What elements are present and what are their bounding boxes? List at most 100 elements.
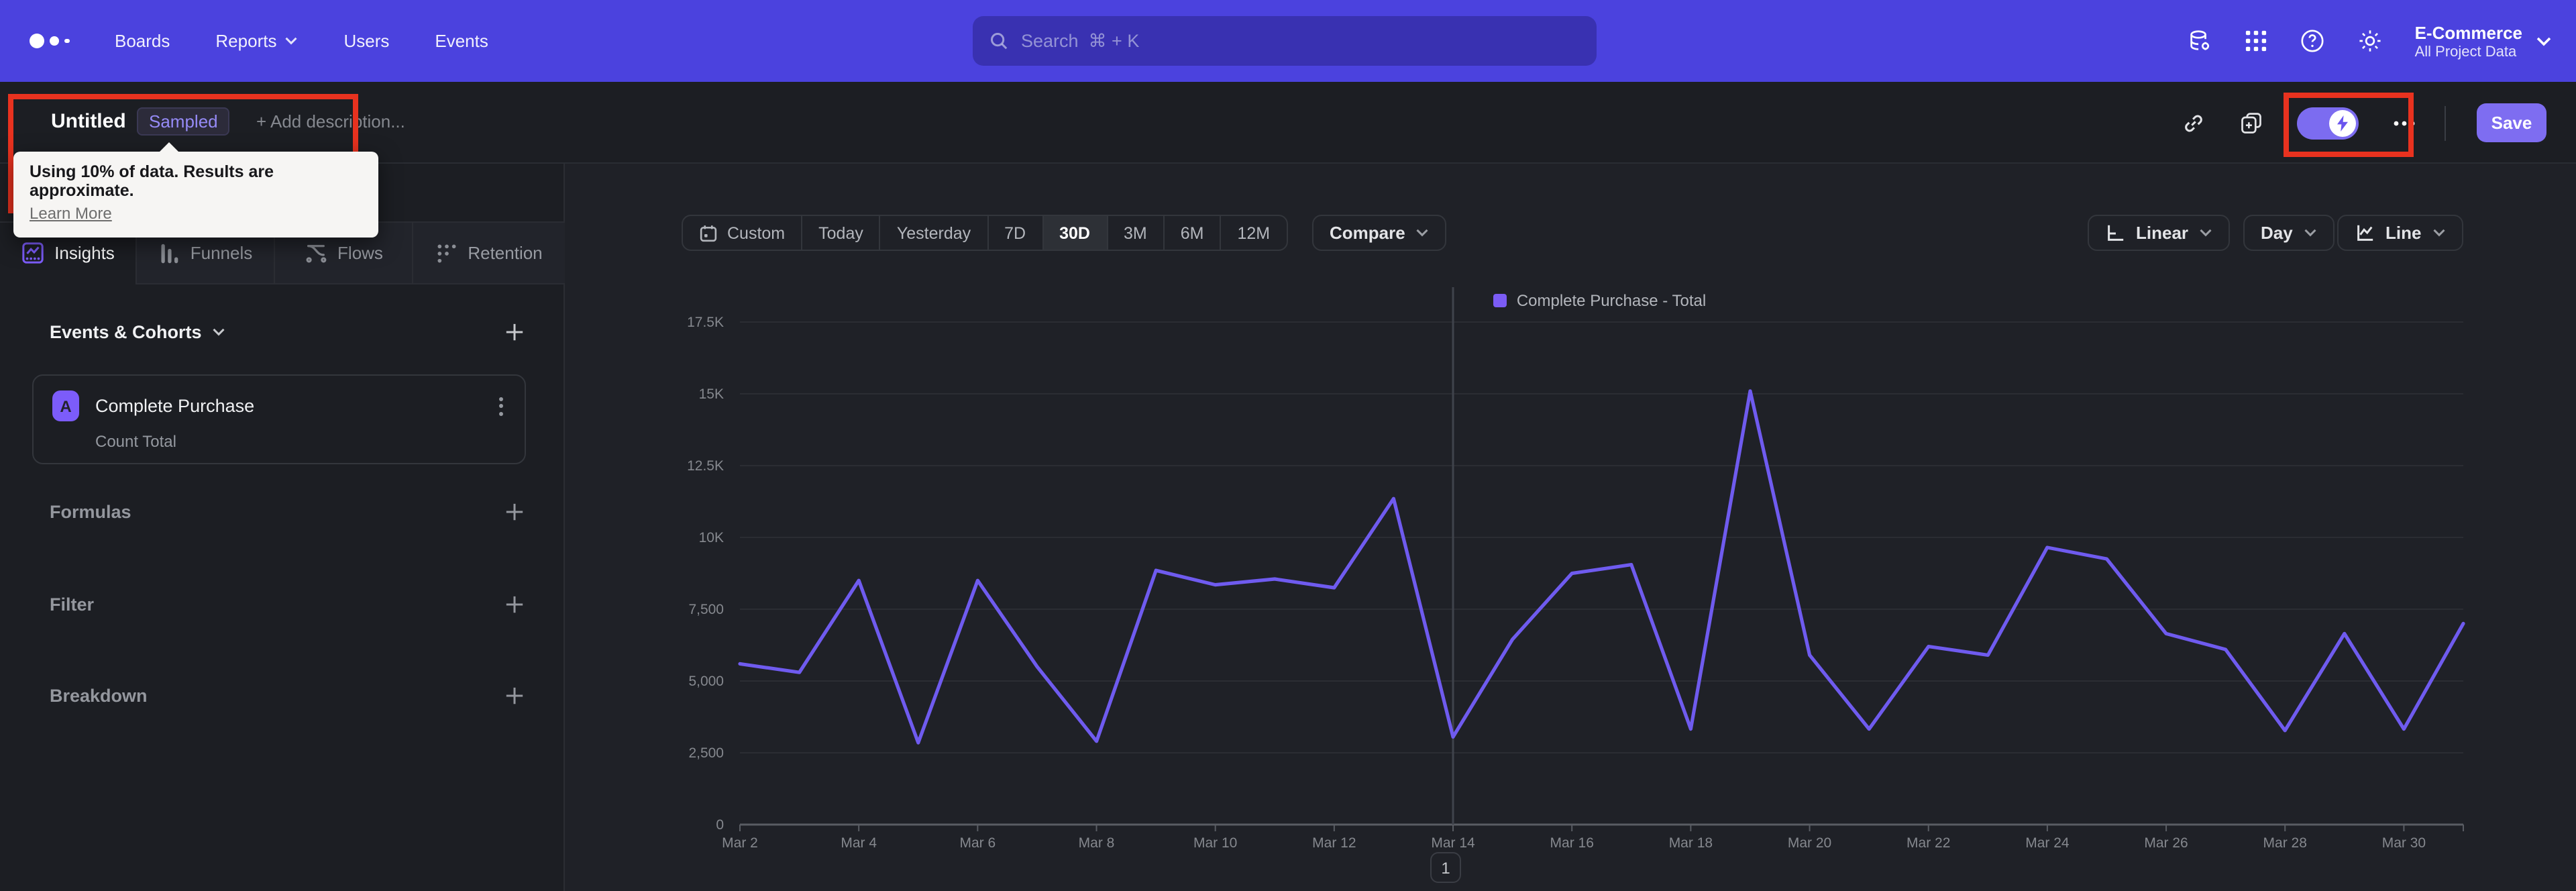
sampling-tooltip: Using 10% of data. Results are approxima…	[13, 142, 378, 238]
chevron-down-icon	[2304, 229, 2316, 237]
add-event-button[interactable]	[504, 322, 525, 342]
x-axis-label: Mar 26	[2144, 835, 2188, 851]
nav-item-label: Users	[343, 31, 390, 51]
lightning-bolt-icon	[2329, 109, 2356, 136]
nav-item-events[interactable]: Events	[435, 31, 488, 51]
pagination-page-1[interactable]: 1	[1430, 852, 1461, 883]
app-root: Boards Reports Users Events Search ⌘ + K…	[0, 0, 2576, 891]
chevron-down-icon	[2536, 36, 2552, 46]
tab-label: Retention	[468, 243, 543, 263]
nav-item-reports[interactable]: Reports	[215, 31, 298, 51]
nav-item-label: Reports	[215, 31, 277, 51]
nav-item-boards[interactable]: Boards	[115, 31, 170, 51]
section-label: Breakdown	[50, 686, 148, 706]
section-label: Filter	[50, 594, 95, 615]
range-12m[interactable]: 12M	[1220, 216, 1287, 250]
help-icon[interactable]	[2300, 28, 2325, 54]
sampled-badge[interactable]: Sampled	[137, 107, 230, 136]
event-card[interactable]: A Complete Purchase Count Total	[32, 374, 526, 464]
more-options-icon[interactable]	[2394, 120, 2415, 125]
range-label: 7D	[1004, 223, 1026, 242]
line-chart: 0 2,500 5,000 7,500 10K 12.5K 15K 17.5K Mar 2 Mar…	[687, 287, 2465, 851]
project-name: E-Commerce	[2414, 22, 2522, 42]
chevron-down-icon	[1417, 229, 1429, 237]
granularity-dropdown[interactable]: Day	[2243, 215, 2334, 251]
top-navbar: Boards Reports Users Events Search ⌘ + K…	[0, 0, 2576, 82]
y-axis-label: 7,500	[688, 602, 724, 617]
y-axis-label: 15K	[699, 386, 724, 402]
events-cohorts-label: Events & Cohorts	[50, 322, 202, 342]
chart-panel: Custom Today Yesterday 7D 30D 3M 6M 12M Compare…	[565, 164, 2576, 891]
add-breakdown-button[interactable]	[504, 686, 525, 706]
learn-more-link[interactable]: Learn More	[30, 204, 112, 223]
report-title[interactable]: Untitled	[51, 110, 126, 133]
series-line	[738, 389, 2465, 745]
share-link-icon[interactable]	[2182, 111, 2206, 135]
flows-icon	[304, 242, 327, 264]
x-axis-label: Mar 22	[1907, 835, 1950, 851]
tab-label: Insights	[54, 243, 115, 263]
range-7d[interactable]: 7D	[987, 216, 1042, 250]
range-custom[interactable]: Custom	[683, 216, 801, 250]
event-letter-badge: A	[52, 390, 79, 421]
range-yesterday[interactable]: Yesterday	[879, 216, 987, 250]
data-management-icon[interactable]	[2187, 28, 2212, 54]
events-cohorts-header: Events & Cohorts	[0, 322, 565, 342]
mixpanel-logo-icon[interactable]	[30, 34, 69, 48]
save-button[interactable]: Save	[2477, 103, 2546, 142]
event-card-row: A Complete Purchase	[34, 376, 525, 421]
tab-label: Flows	[337, 243, 383, 263]
settings-gear-icon[interactable]	[2357, 28, 2383, 54]
toolbar-actions: Save	[2182, 82, 2576, 164]
chevron-down-icon[interactable]	[213, 327, 226, 337]
date-range-control: Custom Today Yesterday 7D 30D 3M 6M 12M	[682, 215, 1288, 251]
sampling-toggle[interactable]	[2297, 107, 2359, 139]
range-30d[interactable]: 30D	[1042, 216, 1106, 250]
add-filter-button[interactable]	[504, 594, 525, 615]
chevron-down-icon	[2200, 229, 2212, 237]
search-bar[interactable]	[973, 16, 1597, 66]
search-input[interactable]	[1021, 31, 1580, 51]
add-description-button[interactable]: + Add description...	[256, 111, 405, 132]
project-scope: All Project Data	[2414, 44, 2517, 60]
y-axis-label: 5,000	[688, 674, 724, 689]
compare-dropdown[interactable]: Compare	[1312, 215, 1447, 251]
nav-item-users[interactable]: Users	[343, 31, 389, 51]
chart-controls: Custom Today Yesterday 7D 30D 3M 6M 12M Compare…	[565, 215, 2576, 251]
report-toolbar: Untitled Sampled + Add description... Sa…	[0, 82, 2576, 164]
retention-icon	[435, 242, 457, 264]
range-label: 6M	[1180, 223, 1204, 242]
navbar-right: E-Commerce All Project Data	[2187, 0, 2552, 82]
event-name: Complete Purchase	[95, 396, 255, 416]
tab-retention[interactable]: Retention	[412, 223, 565, 284]
calendar-icon	[700, 225, 717, 242]
funnels-icon	[158, 242, 180, 264]
nav-item-label: Boards	[115, 31, 170, 51]
range-6m[interactable]: 6M	[1163, 216, 1220, 250]
y-axis-label: 2,500	[688, 745, 724, 761]
compare-label: Compare	[1330, 223, 1405, 243]
x-axis-label: Mar 24	[2025, 835, 2070, 851]
range-3m[interactable]: 3M	[1106, 216, 1163, 250]
x-axis-label: Mar 30	[2382, 835, 2426, 851]
x-axis-label: Mar 18	[1669, 835, 1713, 851]
apps-grid-icon[interactable]	[2245, 30, 2267, 52]
y-axis-label: 10K	[699, 530, 724, 545]
range-today[interactable]: Today	[801, 216, 879, 250]
event-metric[interactable]: Count Total	[34, 421, 525, 451]
add-to-board-icon[interactable]	[2239, 111, 2263, 135]
chevron-down-icon	[2432, 229, 2445, 237]
add-formulas-button[interactable]	[504, 502, 525, 522]
scale-dropdown[interactable]: Linear	[2088, 215, 2231, 251]
chart-type-dropdown[interactable]: Line	[2337, 215, 2463, 251]
toolbar-divider	[2445, 105, 2446, 140]
x-axis-label: Mar 20	[1788, 835, 1831, 851]
nav-item-label: Events	[435, 31, 488, 51]
range-label: Yesterday	[896, 223, 971, 242]
x-axis-label: Mar 14	[1431, 835, 1475, 851]
project-switcher[interactable]: E-Commerce All Project Data	[2415, 22, 2552, 60]
event-options-icon[interactable]	[496, 394, 506, 418]
chart-type-label: Line	[2385, 223, 2422, 243]
range-label: Custom	[727, 223, 786, 242]
scale-label: Linear	[2136, 223, 2189, 243]
